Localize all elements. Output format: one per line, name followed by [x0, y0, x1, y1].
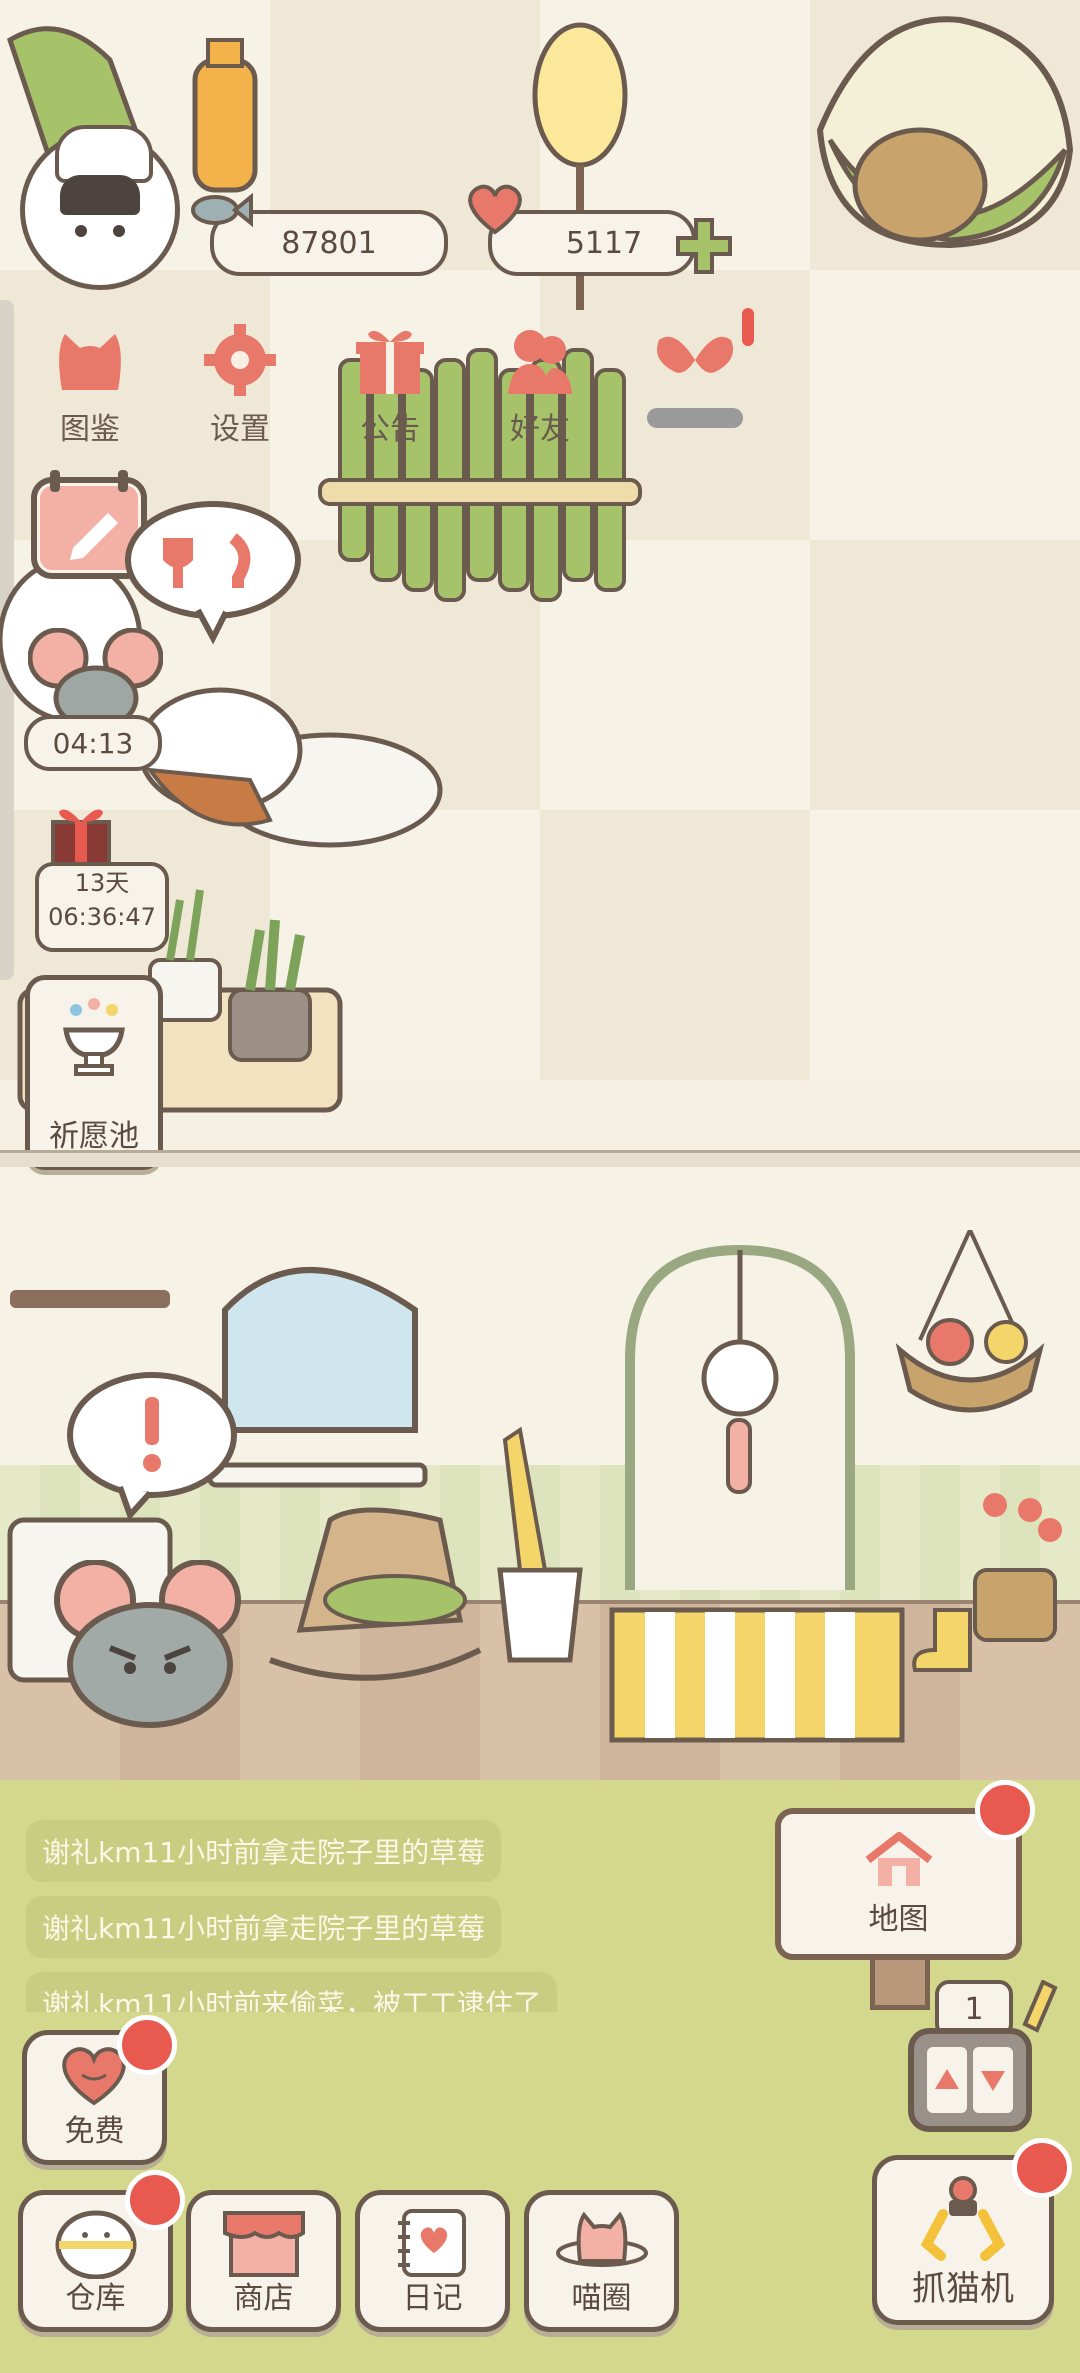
eye-icon: [75, 225, 87, 237]
map-notification-dot: [975, 1780, 1035, 1840]
message-item[interactable]: 谢礼km11小时前拿走院子里的草莓: [26, 1820, 502, 1882]
gift-timer: 13天 06:36:47: [35, 862, 169, 952]
coin-value: 87801: [281, 225, 377, 261]
fish-icon: [191, 192, 253, 228]
message-text: 谢礼km11小时前来偷菜，被工工逮住了: [42, 1988, 542, 2012]
friends-icon: [508, 330, 572, 394]
cat-face-icon: [59, 334, 121, 390]
cat-circle-button[interactable]: 喵圈: [524, 2190, 679, 2332]
message-item[interactable]: 谢礼km11小时前拿走院子里的草莓: [26, 1896, 502, 1958]
cat-planet-icon: [556, 2211, 648, 2267]
progress-bar: [647, 408, 743, 428]
cat-circle-label: 喵圈: [571, 2281, 632, 2316]
shop-label: 商店: [233, 2281, 294, 2316]
claw-notification-dot: [1012, 2138, 1072, 2198]
menu-friends[interactable]: 好友: [485, 320, 595, 450]
storage-icon: [55, 2210, 137, 2279]
storage-label: 仓库: [65, 2281, 126, 2316]
player-avatar[interactable]: [20, 125, 180, 290]
heart-currency-icon: [468, 184, 522, 235]
message-text: 谢礼km11小时前拿走院子里的草莓: [42, 1836, 486, 1869]
butterfly-icon: [657, 336, 733, 373]
arrow-switch-icon[interactable]: [905, 2025, 1035, 2135]
claw-machine-icon: [920, 2176, 1006, 2261]
diary-icon: [398, 2209, 466, 2277]
mouse-icon: [28, 628, 163, 728]
menu-announcement-label: 公告: [360, 412, 420, 447]
alert-bubble[interactable]: [60, 1365, 245, 1525]
eye-icon: [113, 225, 125, 237]
floor-divider: [0, 1150, 1080, 1167]
gift-box-icon[interactable]: [45, 800, 115, 870]
diary-button[interactable]: 日记: [355, 2190, 510, 2332]
menu-settings-label: 设置: [210, 412, 270, 447]
menu-friends-label: 好友: [510, 412, 570, 447]
add-hearts-button[interactable]: [672, 214, 736, 278]
free-label: 免费: [64, 2114, 125, 2149]
menu-butterfly[interactable]: [640, 320, 750, 450]
fountain-icon: [63, 998, 125, 1076]
claw-counter-value: 1: [964, 1991, 984, 2027]
menu-collection[interactable]: 图鉴: [35, 320, 145, 450]
map-label: 地图: [868, 1902, 929, 1937]
gift-time: 06:36:47: [48, 903, 156, 931]
food-order-bubble[interactable]: [118, 498, 303, 648]
menu-settings[interactable]: 设置: [185, 320, 295, 450]
angry-mouse-icon[interactable]: [50, 1560, 250, 1730]
order-timer-value: 04:13: [52, 726, 134, 760]
message-item[interactable]: 谢礼km11小时前来偷菜，被工工逮住了: [26, 1972, 558, 2012]
free-notification-dot: [117, 2015, 177, 2075]
house-icon: [865, 1832, 932, 1886]
shop-icon: [223, 2211, 305, 2277]
exclamation-icon: [742, 308, 754, 346]
heart-value: 5117: [565, 225, 643, 261]
message-fade-clip: 谢礼km11小时前来偷菜，被工工逮住了: [0, 1972, 640, 2012]
gear-icon: [204, 324, 276, 396]
storage-notification-dot: [125, 2170, 185, 2230]
diary-label: 日记: [402, 2281, 463, 2316]
claw-machine-label: 抓猫机: [912, 2269, 1014, 2309]
wish-pool-label: 祈愿池: [49, 1119, 139, 1154]
order-timer: 04:13: [24, 715, 162, 771]
shop-button[interactable]: 商店: [186, 2190, 341, 2332]
menu-announcement[interactable]: 公告: [335, 320, 445, 450]
message-text: 谢礼km11小时前拿走院子里的草莓: [42, 1912, 486, 1945]
gift-icon: [356, 330, 424, 394]
hair-icon: [60, 175, 140, 215]
menu-collection-label: 图鉴: [60, 412, 120, 447]
gift-days: 13天: [74, 869, 130, 897]
wish-pool-button[interactable]: 祈愿池: [25, 975, 163, 1170]
